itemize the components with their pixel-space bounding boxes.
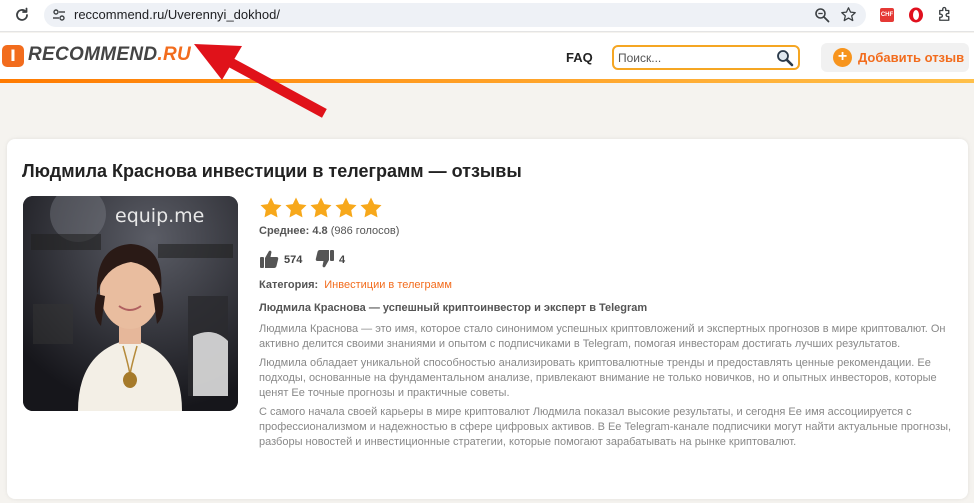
rating-star-icon [285, 197, 307, 218]
profile-photo-illustration: equip.me [23, 196, 238, 411]
rating-star-icon [310, 197, 332, 218]
extension-icon[interactable]: CHF [880, 8, 894, 22]
rating-star-icon [335, 197, 357, 218]
site-logo[interactable]: RECOMMEND.RU [28, 44, 191, 66]
profile-photo: equip.me [23, 196, 238, 411]
description-paragraph: С самого начала своей карьеры в мире кри… [259, 406, 952, 448]
description-paragraph: Людмила обладает уникальной способностью… [259, 357, 937, 399]
header-accent-line [0, 79, 974, 83]
average-rating: Среднее: 4.8 (986 голосов) [259, 225, 399, 237]
logo-badge[interactable]: I [2, 45, 24, 67]
average-label: Среднее: [259, 225, 310, 237]
logo-suffix: .RU [157, 44, 191, 65]
page-title: Людмила Краснова инвестиции в телеграмм … [22, 161, 522, 181]
add-review-button[interactable]: + Добавить отзыв [821, 43, 969, 72]
search-input[interactable] [618, 50, 768, 66]
site-info-icon[interactable] [52, 8, 66, 22]
faq-link[interactable]: FAQ [566, 50, 593, 65]
like-count: 574 [284, 254, 303, 266]
average-value: 4.8 [312, 225, 328, 237]
browser-toolbar: reccommend.ru/Uverennyi_dokhod/ CHF [0, 0, 974, 32]
logo-main: RECOMMEND [28, 44, 158, 65]
description-paragraph: Людмила Краснова — это имя, которое стал… [259, 323, 946, 350]
reload-icon[interactable] [14, 7, 30, 23]
address-bar[interactable]: reccommend.ru/Uverennyi_dokhod/ [44, 3, 866, 27]
add-review-label: Добавить отзыв [858, 50, 965, 65]
category-link[interactable]: Инвестиции в телеграмм [324, 279, 452, 291]
photo-watermark: equip.me [115, 205, 204, 227]
rating-stars [259, 196, 384, 220]
description-heading: Людмила Краснова — успешный криптоинвест… [259, 302, 648, 314]
rating-star-icon [260, 197, 282, 218]
url-text[interactable]: reccommend.ru/Uverennyi_dokhod/ [74, 7, 280, 22]
thumbs-up-icon[interactable] [259, 249, 279, 269]
extensions-puzzle-icon[interactable] [936, 6, 954, 24]
red-arrow-annotation [194, 44, 327, 118]
rating-star-icon [360, 197, 382, 218]
plus-icon: + [833, 48, 852, 67]
search-icon[interactable] [776, 49, 794, 67]
category-label: Категория: [259, 279, 319, 291]
dislike-count: 4 [339, 254, 346, 266]
description: Людмила Краснова — успешный криптоинвест… [259, 301, 959, 454]
review-card: Людмила Краснова инвестиции в телеграмм … [7, 139, 968, 499]
category: Категория: Инвестиции в телеграмм [259, 279, 452, 291]
thumbs-down-icon[interactable] [315, 249, 335, 269]
site-header: I RECOMMEND.RU FAQ + Добавить отзыв [0, 33, 974, 79]
votes-count: (986 голосов) [330, 225, 400, 237]
opera-icon[interactable] [908, 7, 924, 23]
bookmark-star-icon[interactable] [840, 6, 857, 23]
search-box [612, 45, 800, 70]
zoom-icon[interactable] [814, 7, 830, 23]
